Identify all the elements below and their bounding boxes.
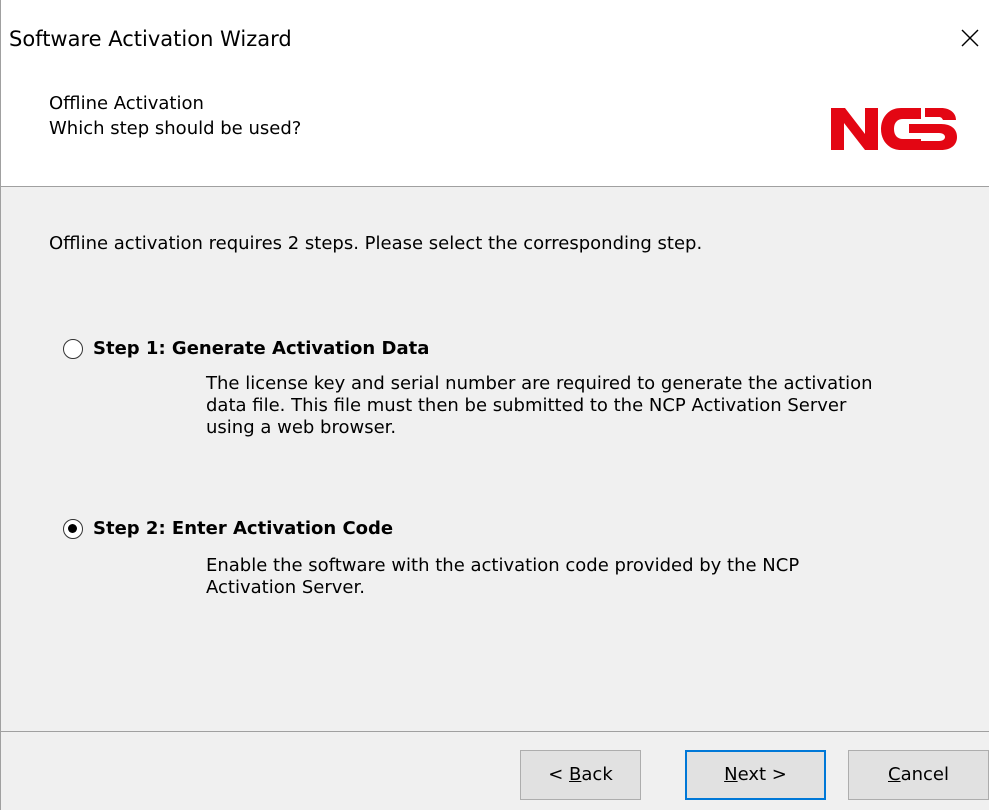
step1-label[interactable]: Step 1: Generate Activation Data [93, 336, 429, 362]
back-mnemonic: B [569, 764, 582, 785]
step2-description-line: Activation Server. [206, 577, 365, 598]
next-rest: ext > [737, 764, 787, 785]
wizard-header: Offline Activation Which step should be … [1, 76, 989, 187]
step2-radio[interactable] [63, 519, 83, 539]
page-subtitle: Which step should be used? [49, 118, 302, 139]
back-rest: ack [581, 764, 613, 785]
ncp-logo [831, 108, 957, 150]
back-button-label: < Back [548, 764, 613, 785]
next-button[interactable]: Next > [685, 750, 826, 800]
step1-description: The license key and serial number are re… [206, 373, 966, 439]
close-icon [961, 29, 979, 47]
title-bar: Software Activation Wizard [1, 0, 989, 76]
close-button[interactable] [945, 14, 989, 62]
page-title: Offline Activation [49, 93, 204, 114]
cancel-button[interactable]: Cancel [848, 750, 989, 800]
cancel-mnemonic: C [888, 764, 901, 785]
footer-divider [1, 731, 989, 732]
next-button-label: Next > [724, 764, 787, 785]
step2-description: Enable the software with the activation … [206, 555, 966, 599]
step1-radio[interactable] [63, 339, 83, 359]
radio-selected-dot [68, 524, 77, 533]
step1-description-line: using a web browser. [206, 417, 397, 438]
step2-label[interactable]: Step 2: Enter Activation Code [93, 516, 393, 542]
back-prefix: < [548, 764, 570, 785]
activation-wizard-window: Software Activation Wizard Offline Activ… [0, 0, 989, 810]
intro-text: Offline activation requires 2 steps. Ple… [49, 233, 703, 254]
next-mnemonic: N [724, 764, 738, 785]
window-title: Software Activation Wizard [9, 27, 292, 51]
step1-description-line: The license key and serial number are re… [206, 373, 873, 394]
step1-description-line: data file. This file must then be submit… [206, 395, 847, 416]
back-button[interactable]: < Back [520, 750, 641, 800]
cancel-rest: ancel [900, 764, 949, 785]
cancel-button-label: Cancel [888, 764, 949, 785]
step2-description-line: Enable the software with the activation … [206, 555, 800, 576]
